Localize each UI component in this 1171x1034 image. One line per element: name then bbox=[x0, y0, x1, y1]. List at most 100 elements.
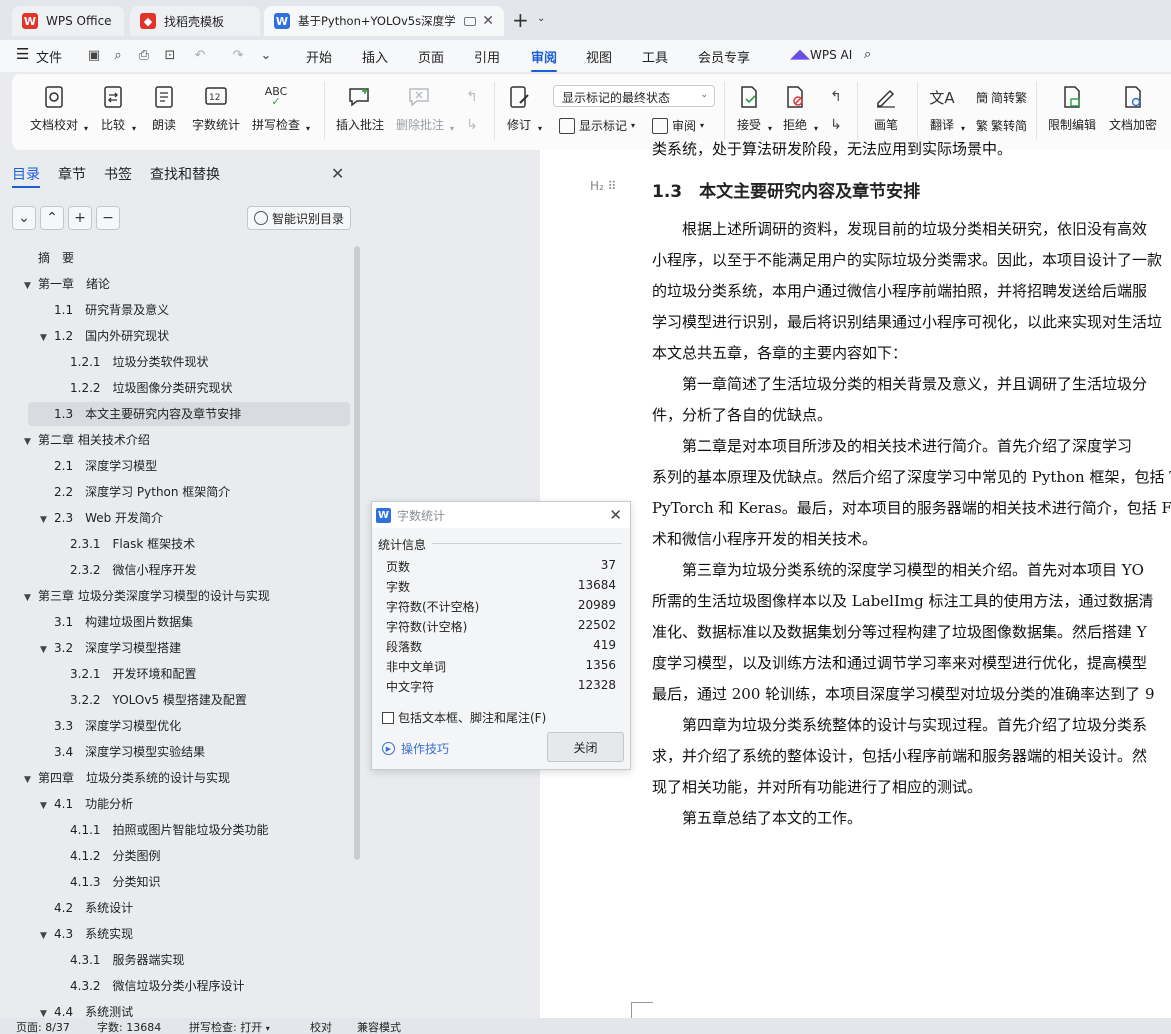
toc-item[interactable]: 4.3.1 服务器端实现 bbox=[56, 948, 185, 972]
menu-start[interactable]: 开始 bbox=[306, 47, 332, 66]
toc-item[interactable]: ▼ 3.2 深度学习模型搭建 bbox=[40, 636, 181, 660]
toc-item[interactable]: ▼ 第一章 绪论 bbox=[24, 272, 110, 296]
remove-heading-icon[interactable]: − bbox=[96, 206, 120, 230]
accept-button[interactable]: 接受 ▾ bbox=[736, 84, 772, 133]
new-tab-icon[interactable]: + bbox=[512, 10, 529, 30]
nav-tab-bookmarks[interactable]: 书签 bbox=[104, 164, 132, 184]
dialog-titlebar[interactable]: W 字数统计 ✕ bbox=[372, 502, 630, 528]
insert-comment-button[interactable]: 插入批注 bbox=[336, 84, 384, 133]
show-markup-button[interactable]: 显示标记 ▾ bbox=[559, 117, 635, 134]
menu-page[interactable]: 页面 bbox=[418, 47, 444, 66]
toc-item[interactable]: 2.1 深度学习模型 bbox=[40, 454, 157, 478]
pen-button[interactable]: 画笔 bbox=[873, 84, 899, 133]
expand-arrow-icon[interactable]: ▼ bbox=[40, 326, 54, 350]
toc-item[interactable]: 4.3.2 微信垃圾分类小程序设计 bbox=[56, 974, 245, 998]
tips-link[interactable]: ▶ 操作技巧 bbox=[382, 740, 449, 757]
menu-file[interactable]: 文件 bbox=[36, 47, 62, 66]
toc-item[interactable]: 3.2.1 开发环境和配置 bbox=[56, 662, 197, 686]
toc-item[interactable]: 摘 要 bbox=[24, 246, 74, 270]
menu-review[interactable]: 审阅 bbox=[531, 47, 557, 66]
menu-reference[interactable]: 引用 bbox=[474, 47, 500, 66]
toc-item[interactable]: 2.3.1 Flask 框架技术 bbox=[56, 532, 195, 556]
menu-insert[interactable]: 插入 bbox=[362, 47, 388, 66]
toc-item[interactable]: ▼ 4.3 系统实现 bbox=[40, 922, 133, 946]
status-words[interactable]: 字数: 13684 bbox=[97, 1019, 161, 1034]
expand-arrow-icon[interactable]: ▼ bbox=[24, 768, 38, 792]
menu-view[interactable]: 视图 bbox=[586, 47, 612, 66]
read-aloud-button[interactable]: 朗读 bbox=[151, 84, 177, 133]
toc-item[interactable]: 1.2.1 垃圾分类软件现状 bbox=[56, 350, 209, 374]
prev-change-icon[interactable]: ↰ bbox=[828, 90, 844, 104]
search-icon[interactable]: ⌕ bbox=[864, 47, 871, 62]
toc-item[interactable]: 4.1.3 分类知识 bbox=[56, 870, 161, 894]
toc-item[interactable]: ▼ 第三章 垃圾分类深度学习模型的设计与实现 bbox=[24, 584, 270, 608]
encrypt-button[interactable]: 文档加密 bbox=[1109, 84, 1157, 133]
save-icon[interactable]: ▣ bbox=[86, 49, 102, 63]
toc-item[interactable]: 4.2 系统设计 bbox=[40, 896, 133, 920]
undo-icon[interactable]: ↶ bbox=[192, 49, 208, 63]
close-button[interactable]: 关闭 bbox=[547, 732, 624, 762]
close-icon[interactable]: ✕ bbox=[609, 506, 622, 524]
expand-arrow-icon[interactable]: ▼ bbox=[40, 924, 54, 948]
to-traditional-button[interactable]: 簡 简转繁 bbox=[976, 89, 1027, 106]
menu-tools[interactable]: 工具 bbox=[642, 47, 668, 66]
word-count-button[interactable]: 12 字数统计 bbox=[192, 84, 240, 133]
toc-item[interactable]: 1.3 本文主要研究内容及章节安排 bbox=[40, 402, 241, 426]
collapse-all-icon[interactable]: ⌄ bbox=[12, 206, 36, 230]
expand-arrow-icon[interactable]: ▼ bbox=[40, 794, 54, 818]
share-icon[interactable]: ⌕ bbox=[110, 49, 126, 63]
expand-arrow-icon[interactable]: ▼ bbox=[40, 508, 54, 532]
heading-level-icon[interactable]: H₂ ⠿ bbox=[590, 179, 616, 193]
toc-item[interactable]: 4.1.2 分类图例 bbox=[56, 844, 161, 868]
print-preview-icon[interactable]: ⊡ bbox=[162, 49, 178, 63]
status-proof[interactable]: 校对 bbox=[310, 1019, 332, 1034]
markup-state-select[interactable]: 显示标记的最终状态 ⌄ bbox=[553, 85, 715, 107]
tab-docer[interactable]: ◆ 找稻壳模板 bbox=[130, 6, 260, 36]
close-tab-icon[interactable]: ✕ bbox=[482, 13, 494, 29]
expand-arrow-icon[interactable]: ▼ bbox=[40, 638, 54, 662]
print-icon[interactable]: ⎙ bbox=[136, 49, 152, 63]
next-comment-icon[interactable]: ↳ bbox=[464, 118, 480, 132]
translate-button[interactable]: 文A 翻译 ▾ bbox=[929, 84, 965, 134]
toc-item[interactable]: 2.3.2 微信小程序开发 bbox=[56, 558, 197, 582]
tab-document[interactable]: W 基于Python+YOLOv5s深度学 ✕ bbox=[264, 6, 504, 36]
smart-toc-button[interactable]: 智能识别目录 bbox=[247, 206, 351, 230]
more-chevron-icon[interactable]: ⌄ bbox=[258, 49, 274, 63]
toc-item[interactable]: 4.1.1 拍照或图片智能垃圾分类功能 bbox=[56, 818, 269, 842]
restrict-edit-button[interactable]: 限制编辑 bbox=[1048, 84, 1096, 133]
reject-button[interactable]: 拒绝 ▾ bbox=[782, 84, 818, 133]
prev-comment-icon[interactable]: ↰ bbox=[464, 90, 480, 104]
toc-item[interactable]: ▼ 1.2 国内外研究现状 bbox=[40, 324, 169, 348]
menu-wps-ai[interactable]: WPS AI bbox=[810, 48, 852, 62]
hamburger-icon[interactable]: ☰ bbox=[16, 45, 29, 63]
add-heading-icon[interactable]: + bbox=[68, 206, 92, 230]
tab-wps-office[interactable]: W WPS Office bbox=[12, 6, 124, 36]
review-pane-button[interactable]: 审阅 ▾ bbox=[652, 117, 704, 134]
window-icon[interactable] bbox=[463, 16, 476, 26]
status-spell[interactable]: 拼写检查: 打开 ▾ bbox=[189, 1019, 270, 1034]
proofread-button[interactable]: 文档校对 ▾ bbox=[30, 84, 88, 133]
nav-tab-toc[interactable]: 目录 bbox=[12, 164, 40, 184]
redo-icon[interactable]: ↷ bbox=[230, 49, 246, 63]
document-page[interactable]: 类系统，处于算法研发阶段，无法应用到实际场景中。 H₂ ⠿ 1.3 本文主要研究… bbox=[540, 140, 1171, 1018]
expand-arrow-icon[interactable]: ▼ bbox=[24, 430, 38, 454]
to-simplified-button[interactable]: 繁 繁转简 bbox=[976, 117, 1027, 134]
expand-arrow-icon[interactable]: ▼ bbox=[24, 586, 38, 610]
compare-button[interactable]: 比较 ▾ bbox=[100, 84, 136, 133]
toc-item[interactable]: 3.2.2 YOLOv5 模型搭建及配置 bbox=[56, 688, 247, 712]
delete-comment-button[interactable]: 删除批注 ▾ bbox=[396, 84, 454, 133]
chevron-down-icon[interactable]: ⌄ bbox=[537, 13, 545, 24]
expand-arrow-icon[interactable]: ▼ bbox=[24, 274, 38, 298]
toc-item[interactable]: ▼ 4.1 功能分析 bbox=[40, 792, 133, 816]
toc-item[interactable]: ▼ 2.3 Web 开发简介 bbox=[40, 506, 163, 530]
toc-item[interactable]: 1.1 研究背景及意义 bbox=[40, 298, 169, 322]
toc-item[interactable]: 3.4 深度学习模型实验结果 bbox=[40, 740, 205, 764]
close-icon[interactable]: ✕ bbox=[331, 164, 344, 183]
toc-item[interactable]: 1.2.2 垃圾图像分类研究现状 bbox=[56, 376, 233, 400]
toc-item[interactable]: 3.3 深度学习模型优化 bbox=[40, 714, 181, 738]
revise-button[interactable]: 修订 ▾ bbox=[506, 84, 542, 133]
spell-check-button[interactable]: ABC ✓ 拼写检查 ▾ bbox=[252, 84, 310, 133]
next-change-icon[interactable]: ↳ bbox=[828, 118, 844, 132]
toc-item[interactable]: ▼ 第四章 垃圾分类系统的设计与实现 bbox=[24, 766, 230, 790]
nav-tab-chapters[interactable]: 章节 bbox=[58, 164, 86, 184]
